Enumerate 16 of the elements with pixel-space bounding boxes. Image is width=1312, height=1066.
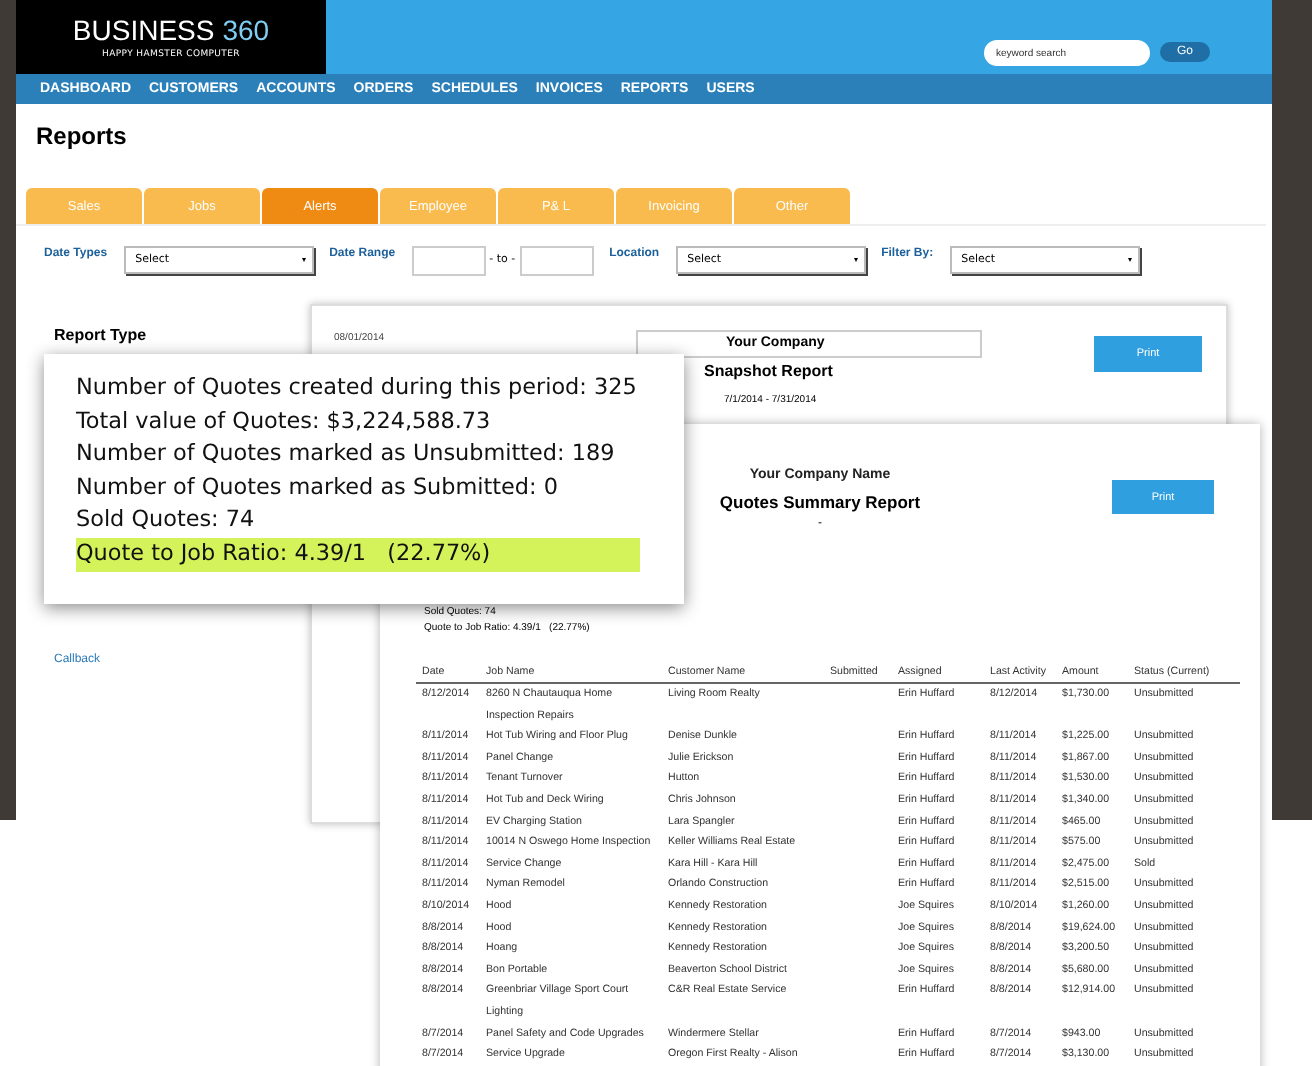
date-field[interactable] (411, 246, 486, 276)
stat-line: Number of Quotes marked as Unsubmitted: 189 (76, 438, 615, 471)
caret-icon (301, 258, 306, 262)
stat-line: Number of Quotes created during this period: 325 (76, 372, 637, 404)
caret-icon (1127, 258, 1132, 262)
caret-icon (853, 258, 858, 262)
brand-number: 360 (222, 15, 270, 45)
date-field[interactable] (519, 246, 594, 276)
sidebar-heading: Report Type (54, 326, 147, 344)
page-title: Reports (34, 120, 129, 154)
report-title: Quotes Summary Report (719, 492, 921, 512)
stat-line: Sold Quotes: 74 (76, 504, 255, 537)
brand-name: BUSINESS (72, 15, 215, 45)
report-title: Snapshot Report (704, 362, 833, 380)
stat-line: Total value of Quotes: $3,224,588.73 (76, 405, 491, 438)
stat-line: Number of Quotes marked as Submitted: 0 (76, 471, 558, 504)
